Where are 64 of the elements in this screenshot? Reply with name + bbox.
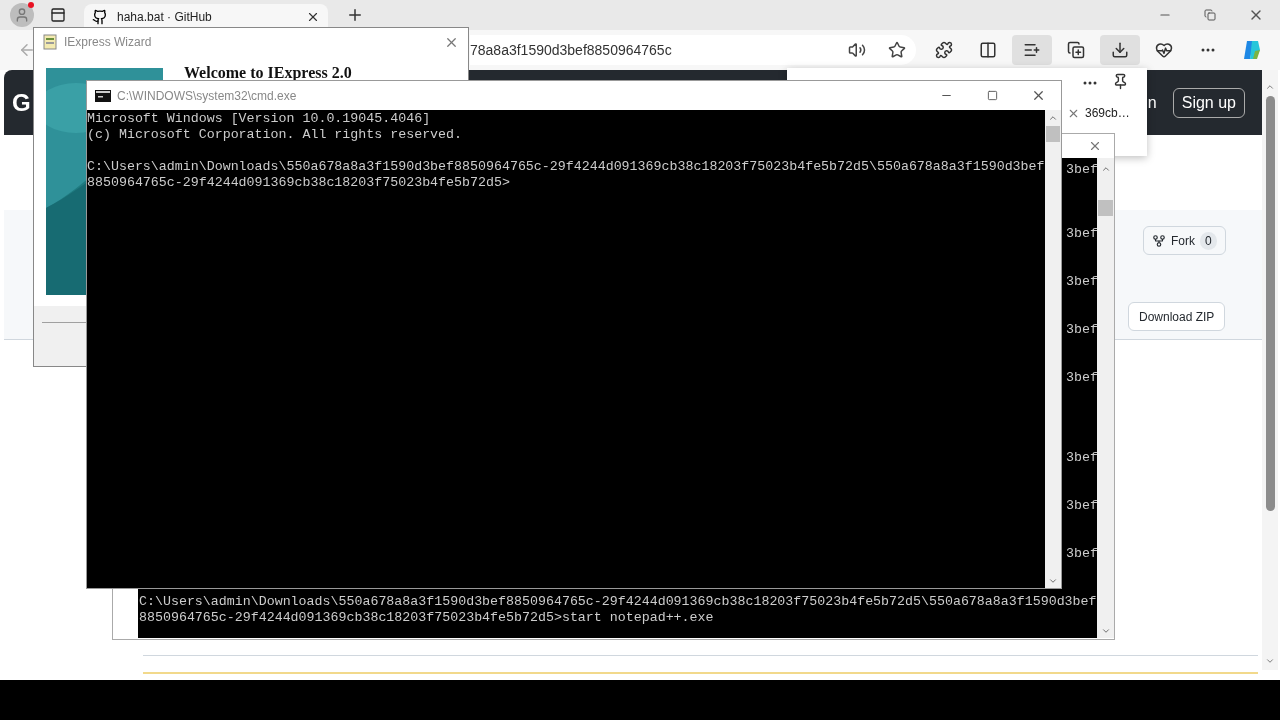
console-text: 3bef [1066,322,1098,338]
more-icon[interactable] [1083,81,1097,85]
console-text: 3bef [1066,546,1098,562]
scroll-thumb[interactable] [1098,200,1113,216]
scroll-down-icon[interactable] [1265,656,1275,666]
document-icon [43,34,57,50]
window-title: IExpress Wizard [64,34,152,51]
pin-icon[interactable] [1112,73,1129,90]
wizard-heading: Welcome to IExpress 2.0 [184,64,352,82]
toolbar-button[interactable] [1100,35,1140,65]
new-tab-icon[interactable] [346,6,364,24]
console-line: Microsoft Windows [Version 10.0.19045.4046] [87,111,432,127]
heart-pulse-icon [1155,41,1173,59]
console-text: 3bef [1066,498,1098,514]
split-screen-icon [979,41,997,59]
fork-count: 0 [1200,231,1217,250]
console-text: 3bef [1066,162,1098,178]
console-line: 8850964765c-29f4244d091369cb38c18203f75023b4fe5b72d5>start notepad++.exe [139,610,715,626]
favorites-icon [1023,41,1041,59]
scroll-thumb[interactable] [1265,96,1275,511]
address-field[interactable]: 78a8a3f1590d3bef8850964765c [470,35,916,65]
console-line: C:\Users\admin\Downloads\550a678a8a3f1590d3bef8850964765c-29f4244d091369cb38c18203f75023b4fe5b72d5\550a678a8a3f1590d3bef [87,159,1045,175]
fork-icon [1152,233,1166,248]
scroll-thumb[interactable] [1046,126,1060,142]
toolbar-button[interactable] [1012,35,1052,65]
console-line: 8850964765c-29f4244d091369cb38c18203f75023b4fe5b72d5> [87,175,511,191]
download-file-name[interactable]: 369cb… [1085,104,1130,122]
fork-label: Fork [1171,232,1195,250]
restore-icon[interactable] [1204,9,1216,21]
download-icon [1111,41,1129,59]
profile-avatar[interactable] [10,3,34,27]
url-text: 78a8a3f1590d3bef8850964765c [470,40,672,60]
copilot-logo-icon [1241,39,1263,61]
scroll-down-icon[interactable] [1100,626,1111,636]
fork-button[interactable]: Fork 0 [1143,226,1226,255]
collections-icon [1067,41,1085,59]
close-tab-icon[interactable] [306,10,320,24]
sign-in-link[interactable]: n [1147,90,1157,115]
terminal-icon [95,89,111,102]
sign-up-button[interactable]: Sign up [1172,87,1245,118]
scroll-up-icon[interactable] [1100,164,1111,174]
scroll-up-icon[interactable] [1265,82,1275,92]
scroll-down-icon[interactable] [1048,576,1058,586]
console-text: 3bef [1066,370,1098,386]
github-icon [92,9,108,25]
console-text: 3bef [1066,226,1098,242]
window-title: C:\WINDOWS\system32\cmd.exe [117,87,297,105]
console-line: C:\Users\admin\Downloads\550a678a8a3f1590d3bef8850964765c-29f4244d091369cb38c18203f75023b4fe5b72d5\550a678a8a3f1590d3bef [139,594,1097,610]
tab-title: haha.bat · GitHub [117,9,212,26]
read-aloud-icon[interactable] [848,41,866,59]
console-text: 3bef [1066,274,1098,290]
maximize-icon [986,90,998,101]
scroll-up-icon[interactable] [1048,113,1058,123]
logo-letter: G [12,87,31,118]
more-icon [1201,48,1215,52]
close-icon[interactable] [1088,139,1102,153]
puzzle-icon [935,41,953,59]
download-zip-button[interactable]: Download ZIP [1128,302,1226,331]
browser-tab[interactable]: haha.bat · GitHub [84,4,328,30]
favorite-star-icon[interactable] [888,41,906,59]
tab-actions-icon[interactable] [50,7,66,23]
person-icon [14,7,30,23]
console-line: (c) Microsoft Corporation. All rights reserved. [87,127,464,143]
console-text: 3bef [1066,450,1098,466]
